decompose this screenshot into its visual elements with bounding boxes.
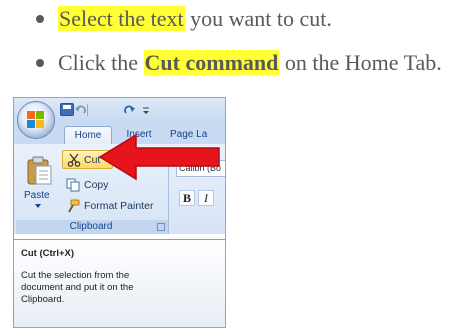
bullet-item-click-cut: Click the Cut command on the Home Tab. <box>36 50 442 76</box>
undo-icon[interactable] <box>74 103 88 116</box>
tooltip-title: Cut (Ctrl+X) <box>21 248 75 259</box>
format-painter-label[interactable]: Format Painter <box>84 200 153 212</box>
format-painter-icon[interactable] <box>66 199 80 213</box>
highlighted-bold-text: Cut command <box>144 50 279 75</box>
tooltip-body-line: Cut the selection from the <box>21 270 130 281</box>
cut-tooltip: Cut (Ctrl+X) Cut the selection from the … <box>14 239 225 327</box>
toolbar-separator <box>87 104 88 116</box>
copy-icon[interactable] <box>66 178 80 192</box>
bullet-dot <box>36 14 44 23</box>
bullet-text-post: you want to cut. <box>184 6 332 31</box>
bullet-text-pre: Click the <box>58 50 144 75</box>
tooltip-body-line: document and put it on the <box>21 282 134 293</box>
tooltip-body-line: Clipboard. <box>21 294 65 305</box>
save-icon[interactable] <box>60 103 74 116</box>
scissors-icon <box>67 153 81 167</box>
bullet-dot <box>36 58 44 67</box>
customize-toolbar-icon[interactable] <box>142 103 150 116</box>
paste-icon[interactable] <box>27 156 53 186</box>
highlighted-text: Select the text <box>58 6 185 31</box>
italic-button[interactable]: I <box>198 190 214 206</box>
tooltip-body: Cut the selection from the document and … <box>21 270 211 306</box>
bold-button[interactable]: B <box>179 190 195 206</box>
word-ribbon-screenshot: Home Insert Page La Paste Cut Copy Forma… <box>13 97 226 328</box>
dialog-launcher-icon[interactable] <box>157 223 165 231</box>
paste-label[interactable]: Paste <box>24 190 50 201</box>
bullet-text-post: on the Home Tab. <box>279 50 442 75</box>
bullet-item-select: Select the text you want to cut. <box>36 6 332 32</box>
paste-dropdown-icon[interactable] <box>35 204 41 208</box>
highlighted-text: Cut command <box>143 50 280 75</box>
arrow-icon <box>98 133 220 181</box>
redo-icon[interactable] <box>122 103 136 116</box>
office-button-icon[interactable] <box>17 101 55 139</box>
clipboard-group-label-bar: Clipboard <box>16 220 168 234</box>
clipboard-group-label: Clipboard <box>69 221 113 232</box>
